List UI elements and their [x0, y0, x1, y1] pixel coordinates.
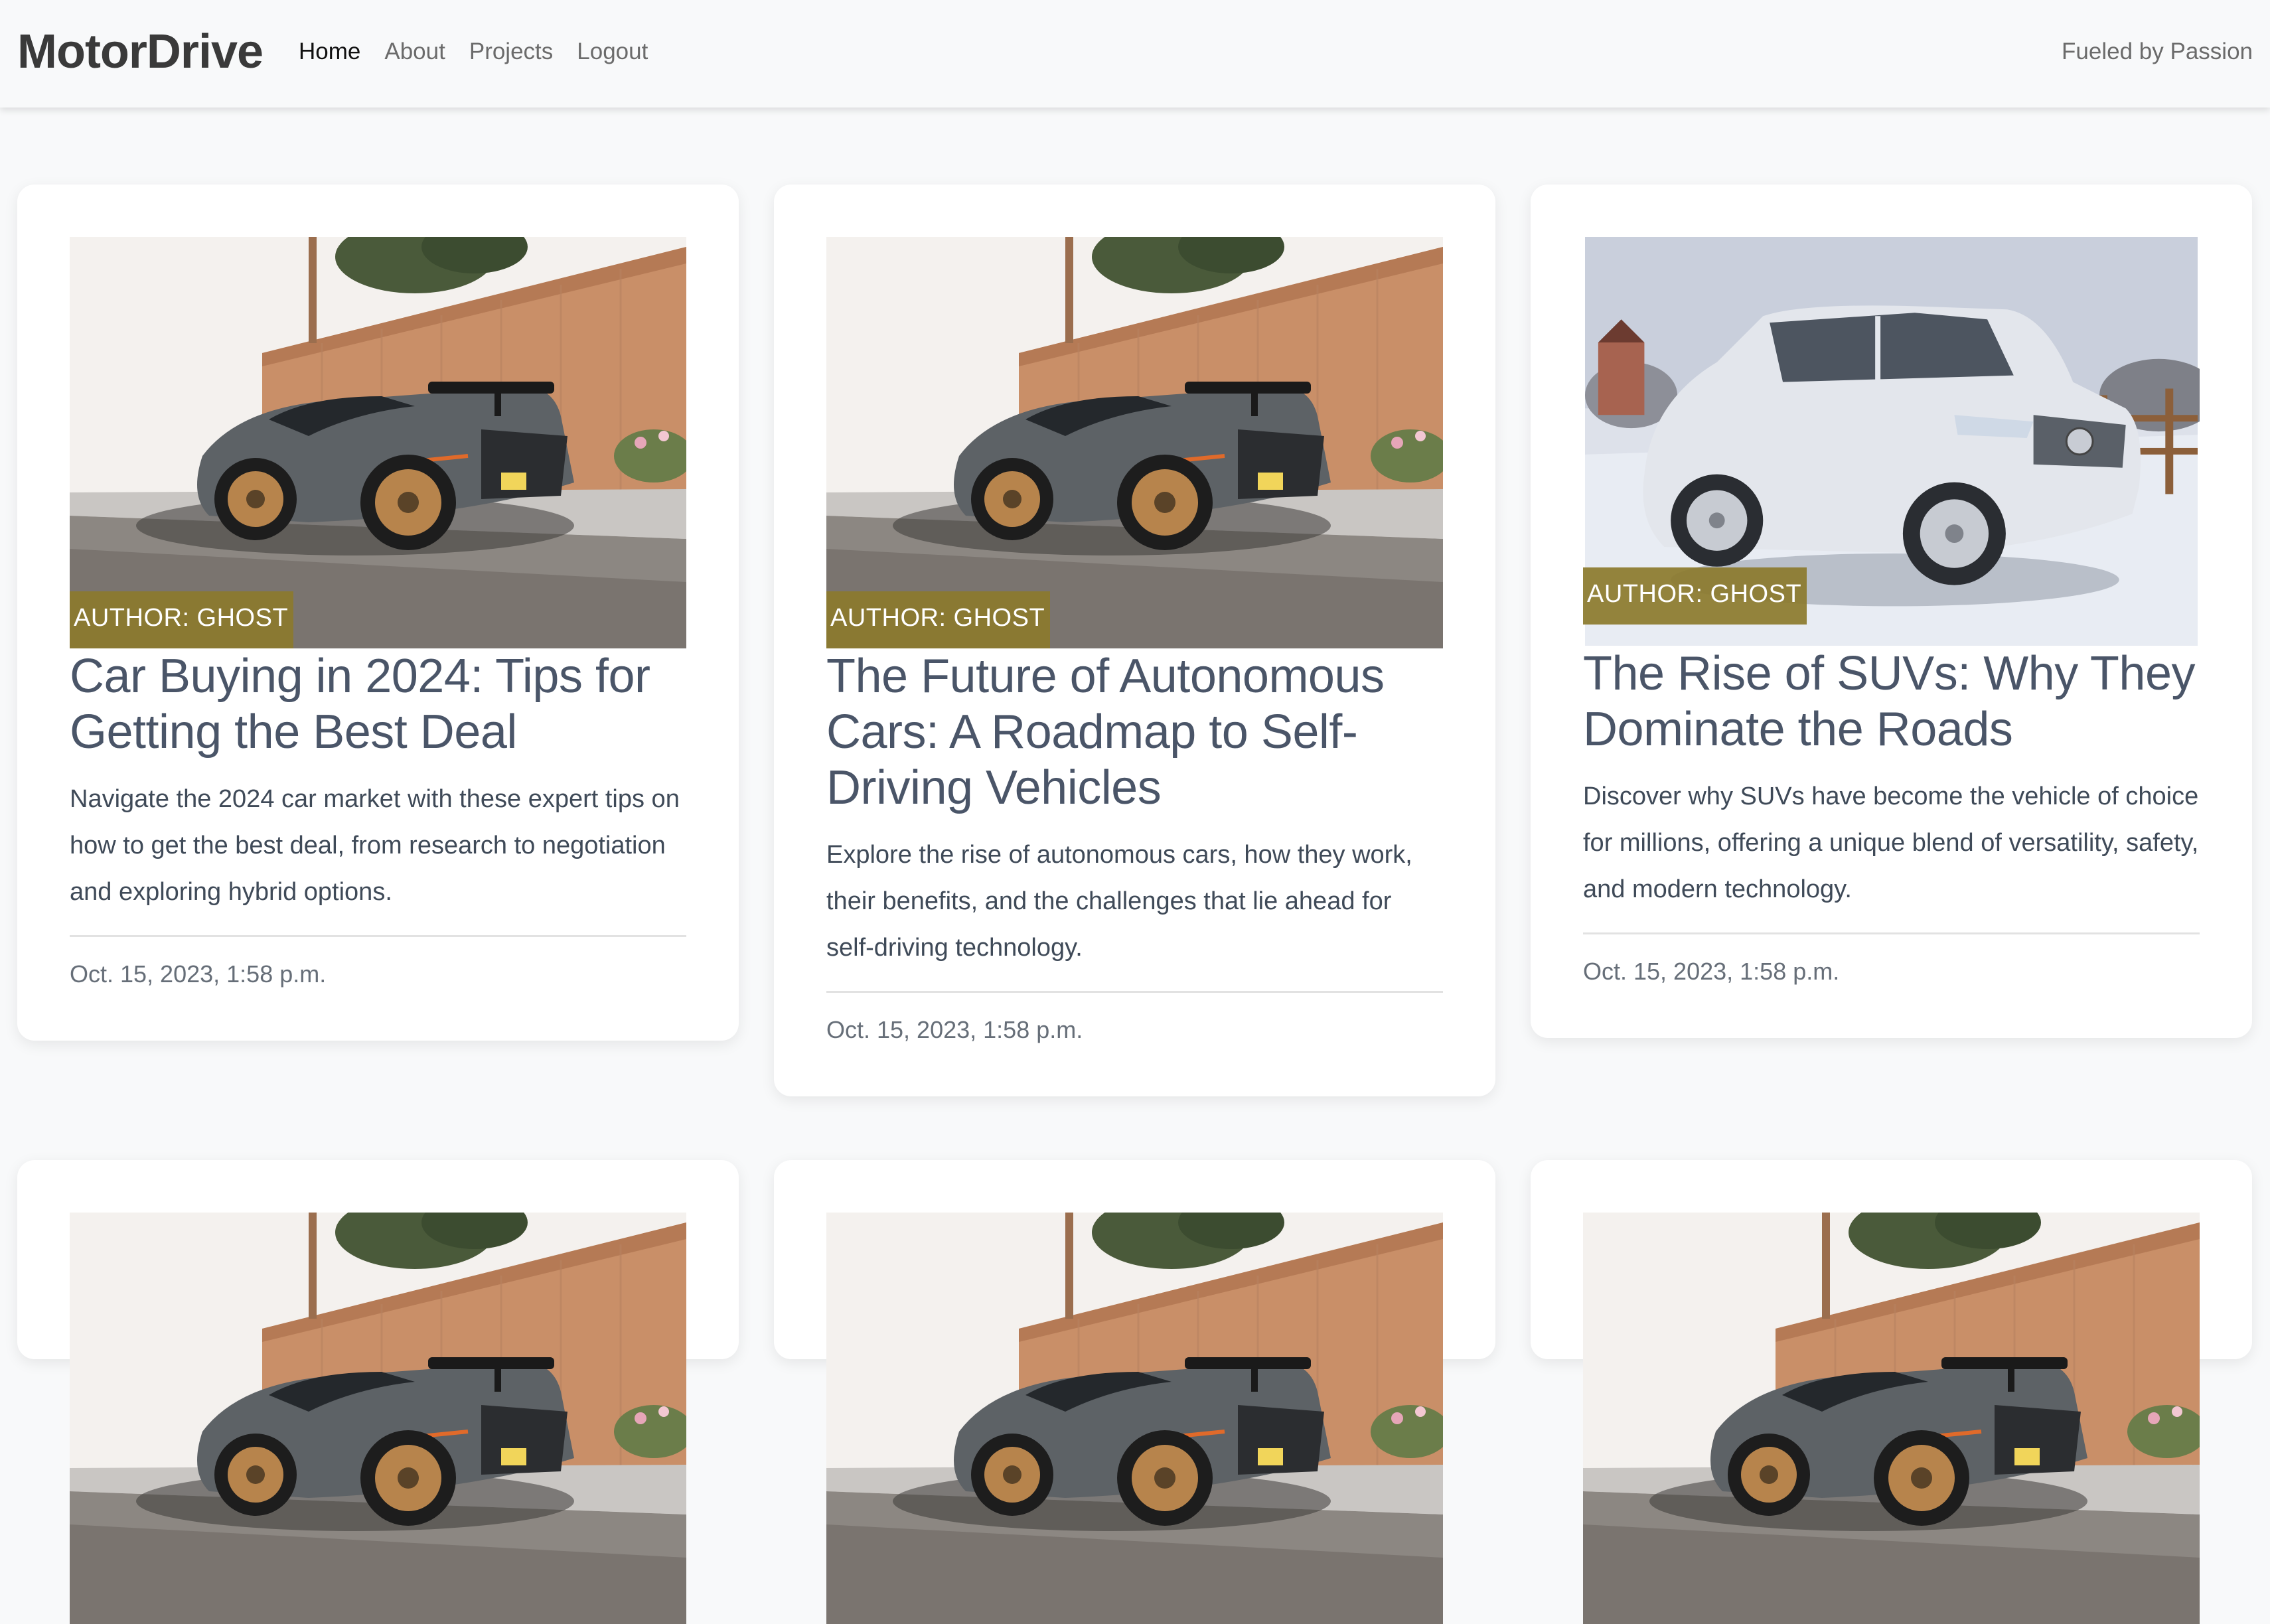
- post-card[interactable]: [774, 1160, 1495, 1359]
- post-date: Oct. 15, 2023, 1:58 p.m.: [1583, 958, 1840, 985]
- post-card[interactable]: AUTHOR: GHOST Car Buying in 2024: Tips f…: [17, 185, 739, 1041]
- post-image[interactable]: [826, 1213, 1443, 1624]
- author-badge: AUTHOR: GHOST: [1583, 567, 1807, 625]
- post-title[interactable]: The Future of Autonomous Cars: A Roadmap…: [826, 648, 1443, 816]
- nav-link-projects[interactable]: Projects: [469, 36, 553, 68]
- card-divider: [70, 935, 686, 937]
- post-description: Navigate the 2024 car market with these …: [70, 785, 680, 906]
- navbar-tagline: Fueled by Passion: [2062, 38, 2253, 64]
- post-card[interactable]: AUTHOR: GHOST The Future of Autonomous C…: [774, 185, 1495, 1096]
- post-description: Discover why SUVs have become the vehicl…: [1583, 782, 2199, 903]
- car-photo: [826, 1213, 1443, 1624]
- top-navbar: MotorDrive Home About Projects Logout Fu…: [0, 0, 2270, 108]
- nav-link-home[interactable]: Home: [299, 36, 360, 68]
- post-title[interactable]: The Rise of SUVs: Why They Dominate the …: [1583, 646, 2200, 757]
- car-photo: [826, 237, 1443, 648]
- car-photo: [1583, 1213, 2200, 1624]
- post-image[interactable]: [70, 1213, 686, 1624]
- post-card[interactable]: [17, 1160, 739, 1359]
- car-photo: [70, 1213, 686, 1624]
- nav-link-logout[interactable]: Logout: [577, 36, 648, 68]
- post-image[interactable]: AUTHOR: GHOST: [70, 237, 686, 648]
- card-divider: [826, 991, 1443, 993]
- post-date: Oct. 15, 2023, 1:58 p.m.: [70, 960, 327, 988]
- post-image[interactable]: AUTHOR: GHOST: [826, 237, 1443, 648]
- post-date: Oct. 15, 2023, 1:58 p.m.: [826, 1016, 1083, 1043]
- brand-logo[interactable]: MotorDrive: [17, 24, 264, 80]
- author-badge: AUTHOR: GHOST: [70, 591, 294, 648]
- post-card[interactable]: AUTHOR: GHOST The Rise of SUVs: Why They…: [1531, 185, 2252, 1038]
- post-image[interactable]: [1583, 1213, 2200, 1624]
- post-title[interactable]: Car Buying in 2024: Tips for Getting the…: [70, 648, 686, 760]
- post-description: Explore the rise of autonomous cars, how…: [826, 841, 1412, 962]
- post-image[interactable]: AUTHOR: GHOST: [1583, 237, 2200, 646]
- author-badge: AUTHOR: GHOST: [826, 591, 1051, 648]
- nav-link-about[interactable]: About: [384, 36, 445, 68]
- post-card[interactable]: [1531, 1160, 2252, 1359]
- main-nav: Home About Projects Logout: [299, 36, 648, 68]
- card-divider: [1583, 932, 2200, 934]
- car-photo: [70, 237, 686, 648]
